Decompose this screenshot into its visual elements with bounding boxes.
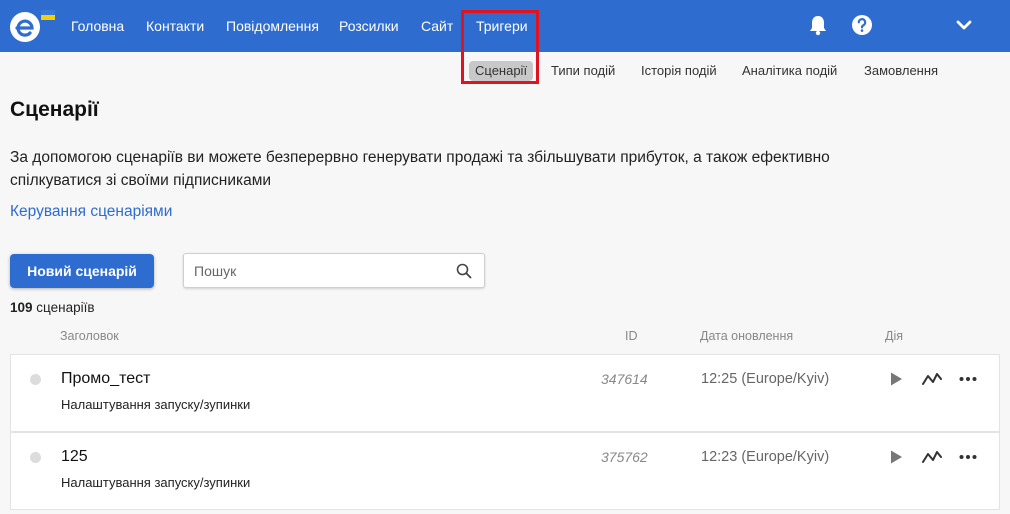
page-title: Сценарії	[10, 98, 99, 121]
more-icon[interactable]	[958, 447, 978, 467]
nav-item-contacts[interactable]: Контакти	[146, 0, 204, 52]
play-icon[interactable]	[886, 369, 906, 389]
nav-item-mailings[interactable]: Розсилки	[339, 0, 399, 52]
bell-icon[interactable]	[807, 14, 829, 36]
top-navigation-bar: Головна Контакти Повідомлення Розсилки С…	[0, 0, 1010, 52]
nav-item-messages[interactable]: Повідомлення	[226, 0, 319, 52]
subnav-item-event-analytics[interactable]: Аналітика подій	[742, 63, 837, 78]
scenario-subtitle: Налаштування запуску/зупинки	[61, 397, 251, 412]
analytics-icon[interactable]	[922, 447, 942, 467]
chevron-down-icon[interactable]	[953, 14, 975, 36]
more-icon[interactable]	[958, 369, 978, 389]
scenario-id: 375762	[601, 449, 648, 465]
table-row[interactable]: 125 Налаштування запуску/зупинки 375762 …	[10, 432, 1000, 510]
scenario-count-number: 109	[10, 300, 33, 315]
column-header-id[interactable]: ID	[625, 329, 638, 343]
page-description: За допомогою сценаріїв ви можете безпере…	[10, 149, 830, 189]
scenario-name[interactable]: Промо_тест	[61, 370, 150, 388]
new-scenario-button[interactable]: Новий сценарій	[10, 254, 154, 288]
column-header-updated[interactable]: Дата оновлення	[700, 329, 793, 343]
scenario-updated: 12:25 (Europe/Kyiv)	[701, 371, 830, 387]
play-icon[interactable]	[886, 447, 906, 467]
status-dot	[30, 374, 41, 385]
help-icon[interactable]	[851, 14, 873, 36]
manage-scenarios-link[interactable]: Керування сценаріями	[10, 203, 172, 221]
scenario-name[interactable]: 125	[61, 448, 88, 466]
subnav-item-scenarios[interactable]: Сценарії	[469, 61, 534, 81]
nav-item-site[interactable]: Сайт	[421, 0, 453, 52]
search-input[interactable]	[194, 261, 444, 281]
scenario-updated: 12:23 (Europe/Kyiv)	[701, 449, 830, 465]
column-header-title[interactable]: Заголовок	[60, 329, 119, 343]
scenario-count: 109 сценаріїв	[10, 300, 95, 315]
table-row[interactable]: Промо_тест Налаштування запуску/зупинки …	[10, 354, 1000, 432]
subnav-item-event-history[interactable]: Історія подій	[641, 63, 717, 78]
search-box[interactable]	[183, 253, 485, 288]
nav-item-home[interactable]: Головна	[71, 0, 124, 52]
scenario-subtitle: Налаштування запуску/зупинки	[61, 475, 251, 490]
analytics-icon[interactable]	[922, 369, 942, 389]
subnav-item-event-types[interactable]: Типи подій	[551, 63, 615, 78]
logo-icon[interactable]	[8, 8, 56, 44]
subnav-item-orders[interactable]: Замовлення	[864, 63, 938, 78]
search-icon[interactable]	[456, 263, 472, 279]
column-header-action: Дія	[885, 329, 904, 343]
status-dot	[30, 452, 41, 463]
nav-item-triggers[interactable]: Тригери	[476, 0, 528, 52]
scenario-id: 347614	[601, 371, 648, 387]
scenario-count-label: сценаріїв	[36, 300, 95, 315]
